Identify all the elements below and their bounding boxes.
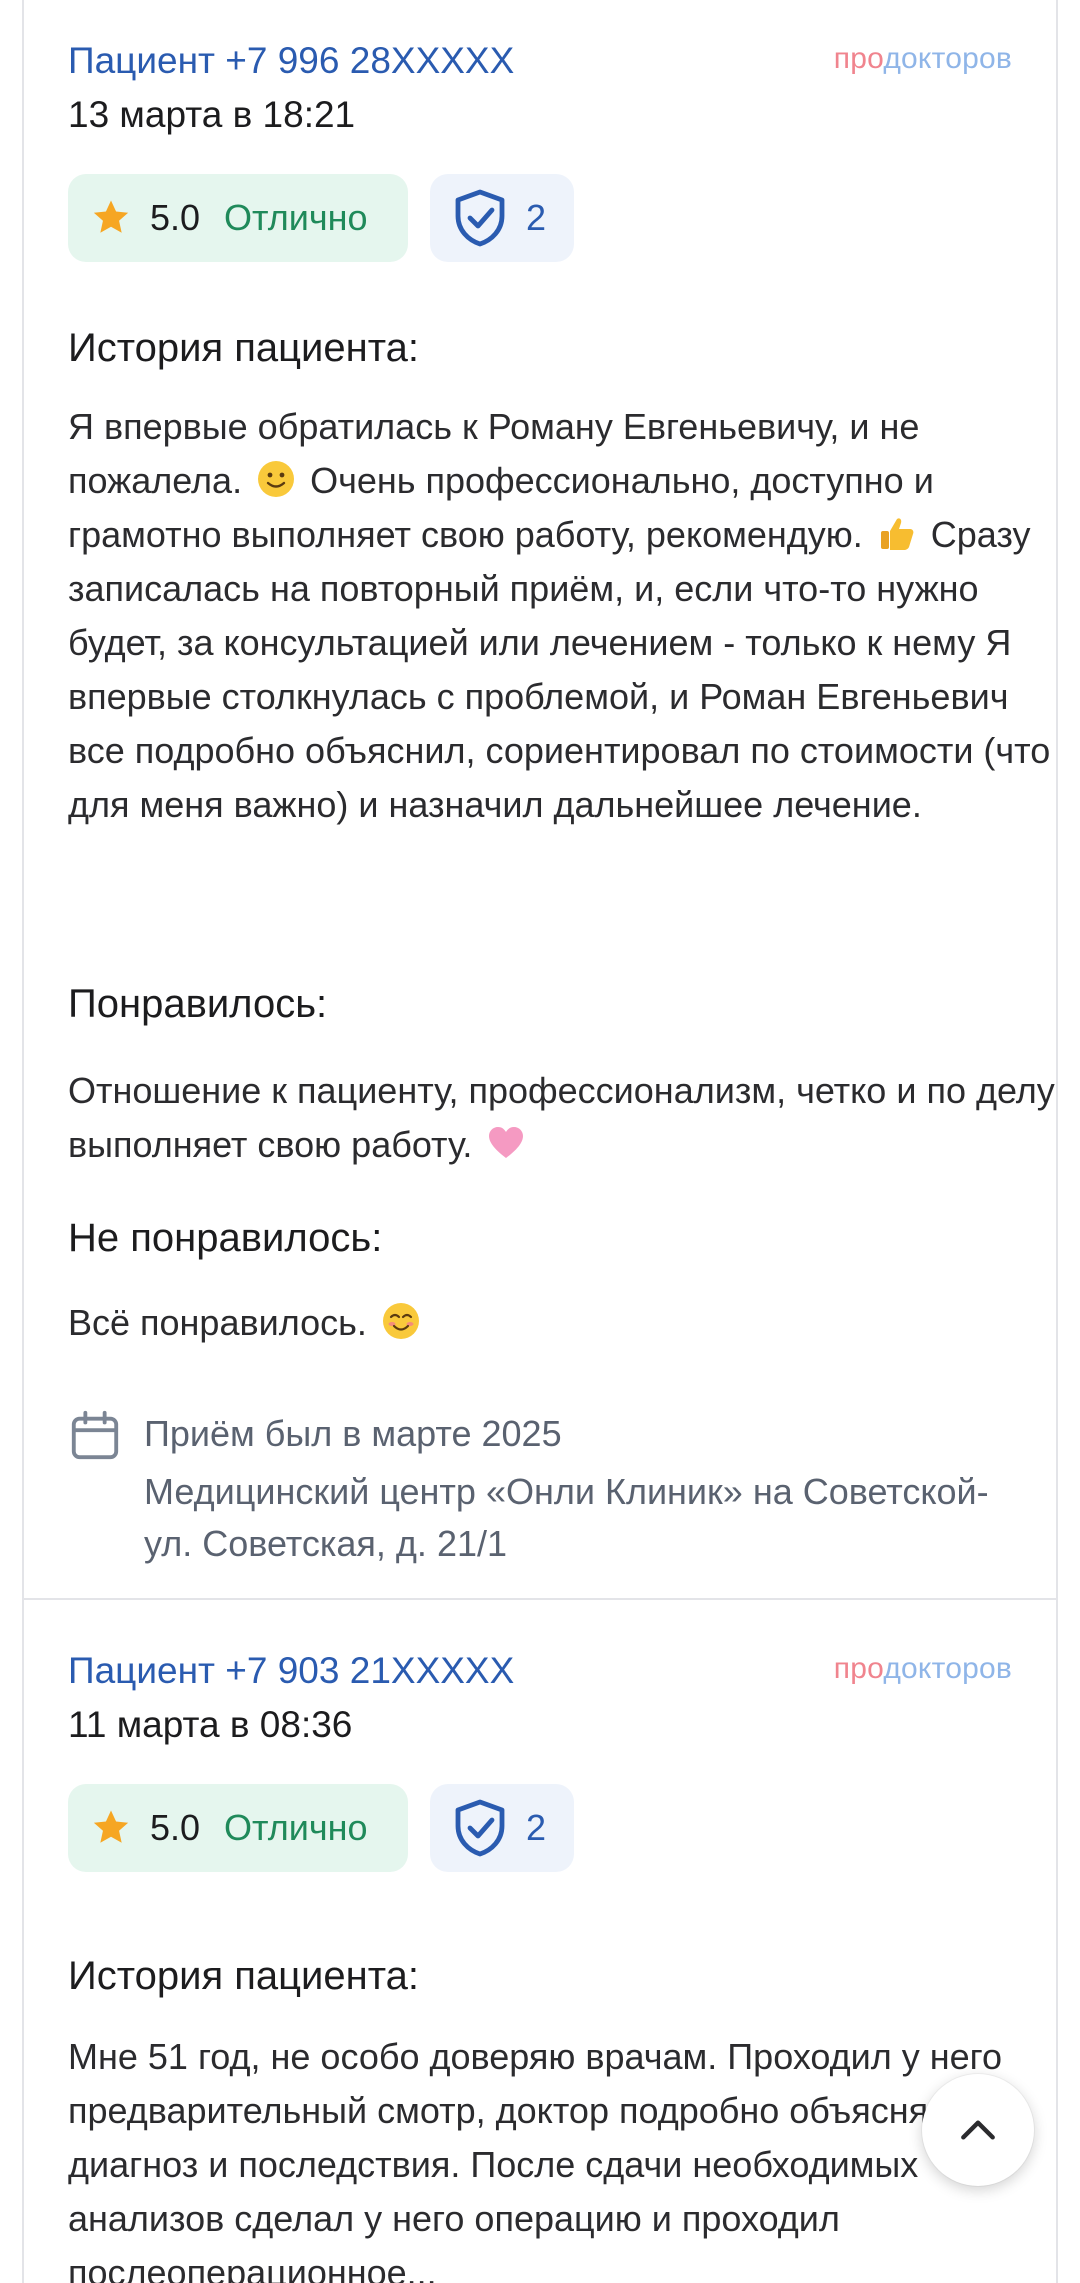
prodoctorov-logo: продокторов	[833, 1652, 1012, 1685]
verified-count: 2	[526, 1807, 547, 1848]
star-icon	[93, 1810, 129, 1843]
review-author-link[interactable]: Пациент +7 903 21XXXXX	[68, 1650, 514, 1692]
pink-heart-emoji	[489, 1127, 524, 1159]
rating-badge: 5.0 Отлично	[68, 174, 408, 262]
review-date: 13 марта в 18:21	[68, 94, 356, 135]
thumbs-up-emoji	[880, 518, 914, 551]
story-text: Я впервые обратилась к Роману Евгеньевич…	[68, 406, 1051, 825]
scroll-to-top-button[interactable]	[922, 2074, 1034, 2186]
liked-text: Отношение к пациенту, профессионализм, ч…	[68, 1070, 1055, 1165]
visit-place[interactable]: Медицинский центр «Онли Клиник» на Совет…	[144, 1466, 994, 1570]
verified-badge[interactable]: 2	[430, 1784, 574, 1872]
verified-count: 2	[526, 197, 547, 238]
story-title: История пациента:	[68, 326, 419, 370]
blush-emoji	[382, 1303, 419, 1340]
prodoctorov-logo: продокторов	[833, 42, 1012, 75]
calendar-icon	[71, 1410, 119, 1460]
rating-badge: 5.0 Отлично	[68, 1784, 408, 1872]
rating-value: 5.0	[150, 197, 201, 238]
chevron-up-icon	[961, 2120, 995, 2140]
liked-title: Понравилось:	[68, 982, 328, 1026]
review-author-link[interactable]: Пациент +7 996 28XXXXX	[68, 40, 514, 82]
star-icon	[93, 200, 129, 233]
shield-check-icon	[455, 189, 505, 247]
reviews-page: Пациент +7 996 28XXXXX продокторов 13 ма…	[0, 0, 1080, 2283]
visit-info: Приём был в марте 2025 Медицинский центр…	[144, 1408, 994, 1570]
rating-value: 5.0	[150, 1807, 201, 1848]
verified-badge[interactable]: 2	[430, 174, 574, 262]
disliked-text: Всё понравилось.	[68, 1296, 1058, 1350]
review-date: 11 марта в 08:36	[68, 1704, 353, 1745]
story-text: Мне 51 год, не особо доверяю врачам. Про…	[68, 2036, 1003, 2283]
disliked-title: Не понравилось:	[68, 1216, 383, 1260]
story-title: История пациента:	[68, 1954, 419, 1998]
rating-word: Отлично	[224, 197, 368, 238]
shield-check-icon	[455, 1799, 505, 1857]
review-divider	[24, 1598, 1056, 1600]
card-left-border	[22, 0, 24, 2283]
rating-word: Отлично	[224, 1807, 368, 1848]
visit-date: Приём был в марте 2025	[144, 1413, 562, 1454]
smile-emoji	[258, 461, 295, 498]
